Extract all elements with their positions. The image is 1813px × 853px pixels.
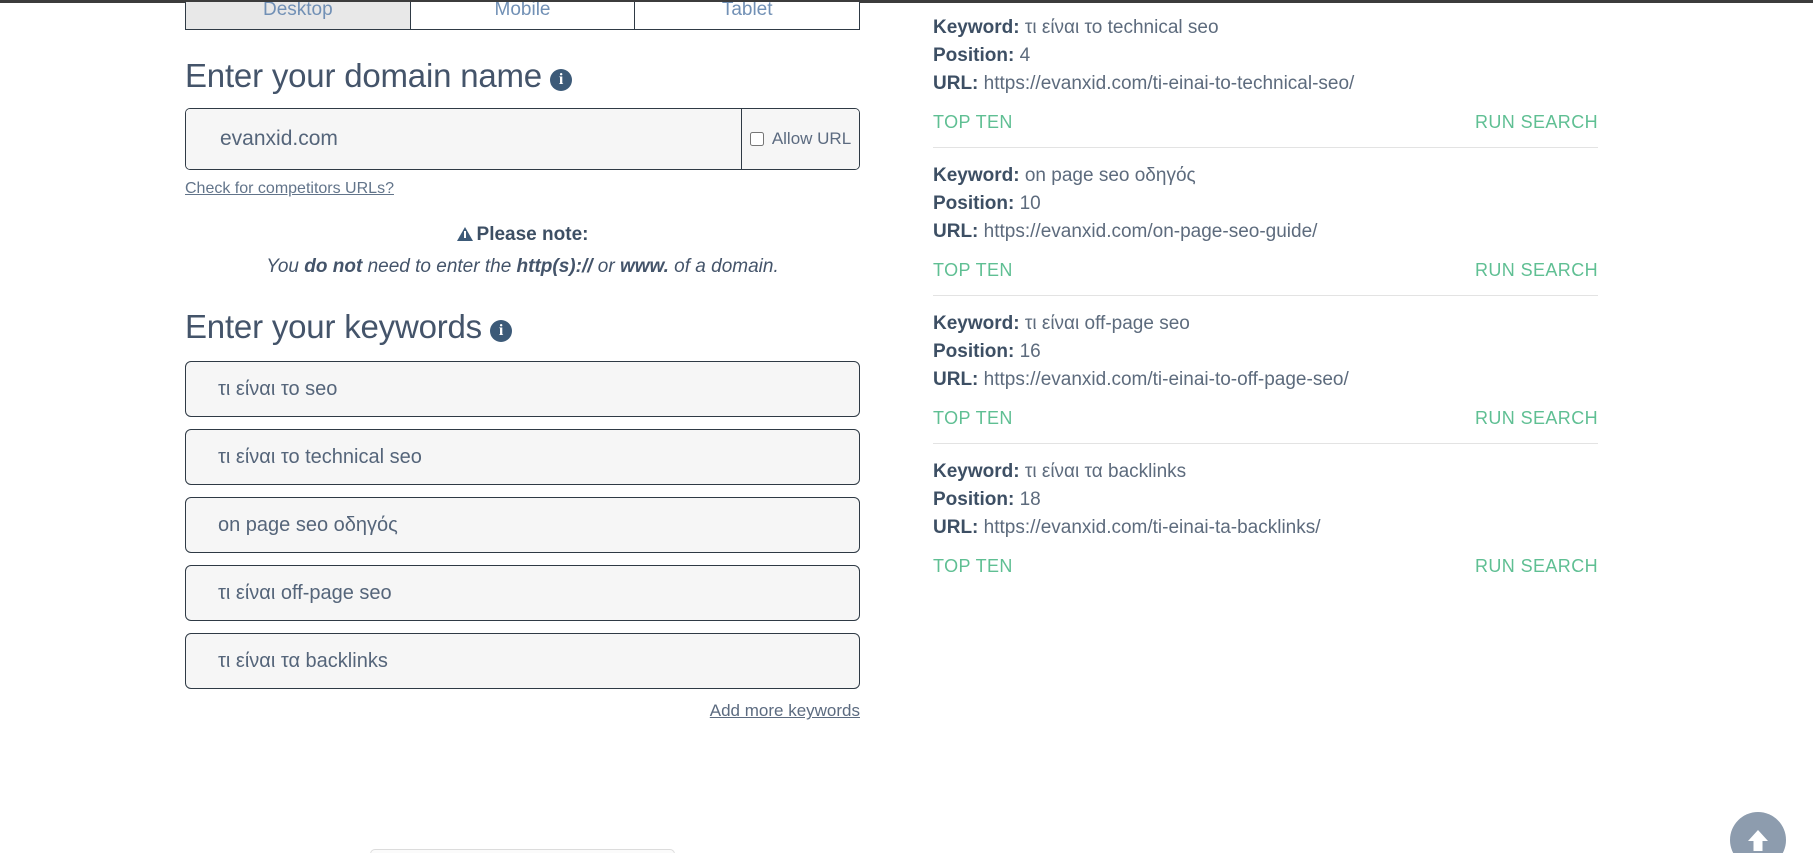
domain-section-title-text: Enter your domain name xyxy=(185,57,542,94)
keyword-value: τι είναι το technical seo xyxy=(1024,17,1219,38)
position-value: 18 xyxy=(1019,489,1041,510)
tab-tablet[interactable]: Tablet xyxy=(635,2,861,30)
position-value: 10 xyxy=(1019,193,1041,214)
form-column: Desktop Mobile Tablet Enter your domain … xyxy=(185,0,861,721)
result-position-line: Position: 4 xyxy=(933,42,1598,70)
allow-url-toggle[interactable]: Allow URL xyxy=(741,109,859,170)
info-icon[interactable]: i xyxy=(549,69,572,91)
run-search-button[interactable]: RUN SEARCH xyxy=(1475,408,1598,429)
result-card: Keyword: on page seo οδηγός Position: 10… xyxy=(933,148,1598,295)
url-label: URL: xyxy=(933,73,979,94)
keyword-value: τι είναι off-page seo xyxy=(1024,313,1190,334)
domain-section-title: Enter your domain name i xyxy=(185,57,860,94)
keyword-input[interactable] xyxy=(185,429,860,486)
result-card: Keyword: τι είναι το technical seo Posit… xyxy=(933,0,1598,147)
page-root: Desktop Mobile Tablet Enter your domain … xyxy=(0,0,1813,853)
info-icon[interactable]: i xyxy=(490,320,512,343)
result-position-line: Position: 16 xyxy=(933,338,1598,366)
domain-input[interactable] xyxy=(186,109,741,170)
add-more-keywords-link[interactable]: Add more keywords xyxy=(710,701,860,720)
keyword-input[interactable] xyxy=(185,565,860,622)
note-text-4: of a domain. xyxy=(668,255,779,277)
keyword-label: Keyword: xyxy=(933,313,1020,334)
please-note-heading: Please note: xyxy=(185,220,860,249)
please-note-heading-text: Please note: xyxy=(476,224,589,246)
result-position-line: Position: 10 xyxy=(933,190,1598,218)
run-search-button[interactable]: RUN SEARCH xyxy=(1475,112,1598,133)
url-label: URL: xyxy=(933,221,979,242)
top-ten-button[interactable]: TOP TEN xyxy=(933,408,1013,429)
result-url-line: URL: https://evanxid.com/on-page-seo-gui… xyxy=(933,218,1598,246)
tab-mobile-label: Mobile xyxy=(494,2,551,20)
keyword-input-list: Add more keywords xyxy=(185,361,860,721)
url-value: https://evanxid.com/ti-einai-to-off-page… xyxy=(983,369,1349,390)
check-competitors-urls-link[interactable]: Check for competitors URLs? xyxy=(185,180,394,198)
position-label: Position: xyxy=(933,193,1015,214)
warning-triangle-icon xyxy=(456,227,473,242)
url-value: https://evanxid.com/on-page-seo-guide/ xyxy=(983,221,1318,242)
allow-url-checkbox[interactable] xyxy=(749,132,764,147)
run-search-button[interactable]: RUN SEARCH xyxy=(1475,556,1598,577)
result-keyword-line: Keyword: τι είναι τα backlinks xyxy=(933,458,1598,486)
scroll-to-top-button[interactable] xyxy=(1730,812,1786,853)
result-position-line: Position: 18 xyxy=(933,486,1598,514)
result-url-line: URL: https://evanxid.com/ti-einai-to-off… xyxy=(933,366,1598,394)
note-bold-1: do not xyxy=(304,255,363,277)
result-keyword-line: Keyword: on page seo οδηγός xyxy=(933,162,1598,190)
tab-tablet-label: Tablet xyxy=(721,2,773,20)
keyword-value: τι είναι τα backlinks xyxy=(1024,461,1187,482)
top-ten-button[interactable]: TOP TEN xyxy=(933,556,1013,577)
device-tabs: Desktop Mobile Tablet xyxy=(185,2,861,30)
note-bold-3: www. xyxy=(619,255,669,277)
result-actions: TOP TEN RUN SEARCH xyxy=(933,112,1598,147)
result-card: Keyword: τι είναι τα backlinks Position:… xyxy=(933,444,1598,591)
keywords-section-title: Enter your keywords i xyxy=(185,309,860,345)
keyword-input[interactable] xyxy=(185,361,860,418)
result-actions: TOP TEN RUN SEARCH xyxy=(933,408,1598,443)
url-value: https://evanxid.com/ti-einai-to-technica… xyxy=(983,73,1355,94)
position-label: Position: xyxy=(933,489,1015,510)
note-text-1: You xyxy=(266,255,305,277)
please-note-body: You do not need to enter the http(s):// … xyxy=(185,252,860,281)
tab-desktop-label: Desktop xyxy=(262,2,333,20)
keyword-label: Keyword: xyxy=(933,17,1020,38)
top-ten-button[interactable]: TOP TEN xyxy=(933,260,1013,281)
tab-mobile[interactable]: Mobile xyxy=(410,2,636,30)
keyword-input[interactable] xyxy=(185,633,860,690)
result-actions: TOP TEN RUN SEARCH xyxy=(933,556,1598,591)
note-text-2: need to enter the xyxy=(362,255,517,277)
keyword-input[interactable] xyxy=(185,497,860,554)
note-bold-2: http(s):// xyxy=(516,255,593,277)
position-label: Position: xyxy=(933,341,1015,362)
position-label: Position: xyxy=(933,45,1015,66)
result-keyword-line: Keyword: τι είναι off-page seo xyxy=(933,310,1598,338)
url-label: URL: xyxy=(933,517,979,538)
allow-url-label: Allow URL xyxy=(771,129,852,149)
results-column: Keyword: τι είναι το technical seo Posit… xyxy=(933,0,1598,591)
result-card: Keyword: τι είναι off-page seo Position:… xyxy=(933,296,1598,443)
url-value: https://evanxid.com/ti-einai-ta-backlink… xyxy=(983,517,1321,538)
domain-input-row: Allow URL xyxy=(185,108,860,171)
arrow-up-icon xyxy=(1748,830,1768,851)
top-ten-button[interactable]: TOP TEN xyxy=(933,112,1013,133)
position-value: 4 xyxy=(1019,45,1031,66)
add-more-keywords-row: Add more keywords xyxy=(185,701,860,721)
url-label: URL: xyxy=(933,369,979,390)
note-text-3: or xyxy=(592,255,620,277)
tab-desktop[interactable]: Desktop xyxy=(185,2,411,30)
result-url-line: URL: https://evanxid.com/ti-einai-ta-bac… xyxy=(933,514,1598,542)
result-actions: TOP TEN RUN SEARCH xyxy=(933,260,1598,295)
please-note-block: Please note: You do not need to enter th… xyxy=(185,220,860,281)
keyword-label: Keyword: xyxy=(933,165,1020,186)
keywords-section-title-text: Enter your keywords xyxy=(185,308,482,346)
result-keyword-line: Keyword: τι είναι το technical seo xyxy=(933,14,1598,42)
keyword-value: on page seo οδηγός xyxy=(1024,165,1196,186)
keyword-label: Keyword: xyxy=(933,461,1020,482)
result-url-line: URL: https://evanxid.com/ti-einai-to-tec… xyxy=(933,70,1598,98)
submit-button-partial[interactable] xyxy=(370,849,675,853)
run-search-button[interactable]: RUN SEARCH xyxy=(1475,260,1598,281)
position-value: 16 xyxy=(1019,341,1041,362)
